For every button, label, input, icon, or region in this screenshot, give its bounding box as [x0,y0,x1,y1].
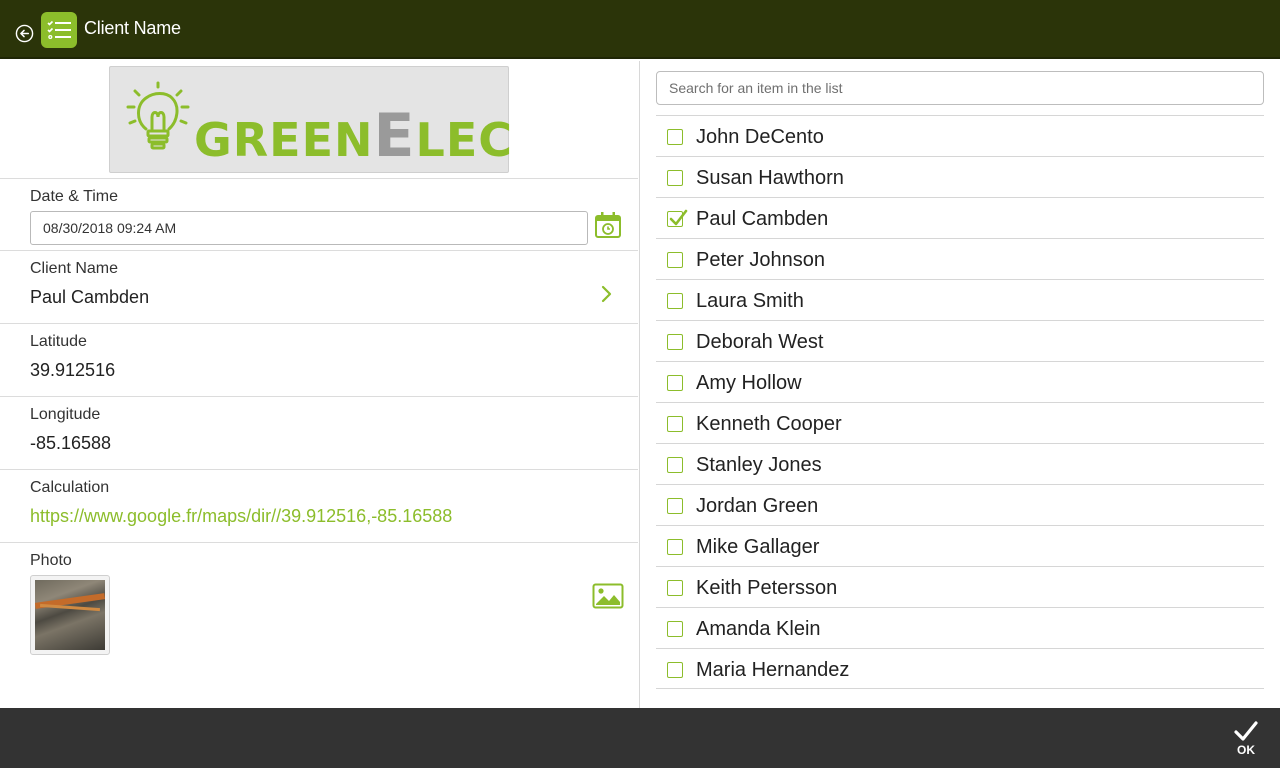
latitude-value: 39.912516 [30,360,116,380]
bottom-bar: OK [0,708,1280,768]
longitude-field: Longitude -85.16588 [0,396,638,469]
checkbox[interactable] [667,293,683,309]
check-icon [669,209,688,226]
checkbox[interactable] [667,498,683,514]
photo-label: Photo [30,552,72,569]
photo-field: Photo [0,542,638,708]
datetime-input[interactable] [30,211,588,245]
form-panel: GREENELEC Date & Time Client Name Paul C… [0,61,640,708]
photo-image [35,580,105,650]
calculation-link[interactable]: https://www.google.fr/maps/dir//39.91251… [30,506,452,527]
checkbox[interactable] [667,170,683,186]
list-item[interactable]: Kenneth Cooper [656,402,1264,443]
list-item-label: Susan Hawthorn [696,167,844,189]
checkmark-icon [1234,721,1258,741]
list-item-label: Mike Gallager [696,536,820,558]
company-logo: GREENELEC [109,66,512,173]
checkbox[interactable] [667,129,683,145]
back-arrow-icon[interactable] [15,24,34,43]
list-item[interactable]: Amanda Klein [656,607,1264,648]
client-name-value: Paul Cambden [30,287,150,307]
list-item[interactable]: Stanley Jones [656,443,1264,484]
list-item-label: Keith Petersson [696,577,838,599]
list-item-label: Amanda Klein [696,618,821,640]
image-picker-icon[interactable] [592,583,624,609]
checkbox[interactable] [667,539,683,555]
checkbox[interactable] [667,416,683,432]
client-list-panel: John DeCento Susan Hawthorn Paul Cambden Pe… [641,61,1280,708]
list-item[interactable]: John DeCento [656,115,1264,156]
list-item[interactable]: Keith Petersson [656,566,1264,607]
calculation-label: Calculation [30,479,110,496]
datetime-field: Date & Time [0,178,638,250]
list-item[interactable]: Peter Johnson [656,238,1264,279]
client-name-field[interactable]: Client Name Paul Cambden [0,250,638,323]
list-item-label: Jordan Green [696,495,819,517]
search-input[interactable] [656,71,1264,105]
list-item[interactable]: Paul Cambden [656,197,1264,238]
list-item-label: Amy Hollow [696,372,802,394]
list-item[interactable]: Deborah West [656,320,1264,361]
chevron-right-icon[interactable] [600,284,614,304]
list-item-label: Peter Johnson [696,249,825,271]
checkbox[interactable] [667,580,683,596]
app-list-icon [41,12,77,48]
checkbox[interactable] [667,621,683,637]
datetime-label: Date & Time [30,188,119,205]
list-item-label: Deborah West [696,331,824,353]
ok-button[interactable]: OK [1226,720,1266,764]
lightbulb-icon [126,81,190,150]
list-item[interactable]: Maria Hernandez [656,648,1264,689]
list-item-label: Maria Hernandez [696,659,850,681]
list-item-label: Paul Cambden [696,208,829,230]
page-title: Client Name [84,18,181,38]
calculation-field: Calculation https://www.google.fr/maps/d… [0,469,638,542]
checkbox[interactable] [667,457,683,473]
latitude-field: Latitude 39.912516 [0,323,638,396]
latitude-label: Latitude [30,333,87,350]
checkbox[interactable] [667,334,683,350]
calendar-clock-icon[interactable] [594,211,622,239]
list-item[interactable]: Amy Hollow [656,361,1264,402]
top-bar: Client Name [0,0,1280,59]
client-list: John DeCento Susan Hawthorn Paul Cambden Pe… [656,115,1264,689]
list-item[interactable]: Susan Hawthorn [656,156,1264,197]
logo-wordmark: GREENELEC [194,101,514,171]
list-item-label: Stanley Jones [696,454,822,476]
photo-thumbnail[interactable] [30,575,110,655]
longitude-label: Longitude [30,406,101,423]
list-item[interactable]: Jordan Green [656,484,1264,525]
list-item-label: Kenneth Cooper [696,413,842,435]
list-item-label: Laura Smith [696,290,804,312]
checkbox[interactable] [667,375,683,391]
checkbox[interactable] [667,662,683,678]
list-item-label: John DeCento [696,126,824,148]
list-item[interactable]: Laura Smith [656,279,1264,320]
checkbox[interactable] [667,252,683,268]
list-item[interactable]: Mike Gallager [656,525,1264,566]
client-name-label: Client Name [30,260,119,277]
longitude-value: -85.16588 [30,433,112,453]
ok-label: OK [1237,743,1255,757]
